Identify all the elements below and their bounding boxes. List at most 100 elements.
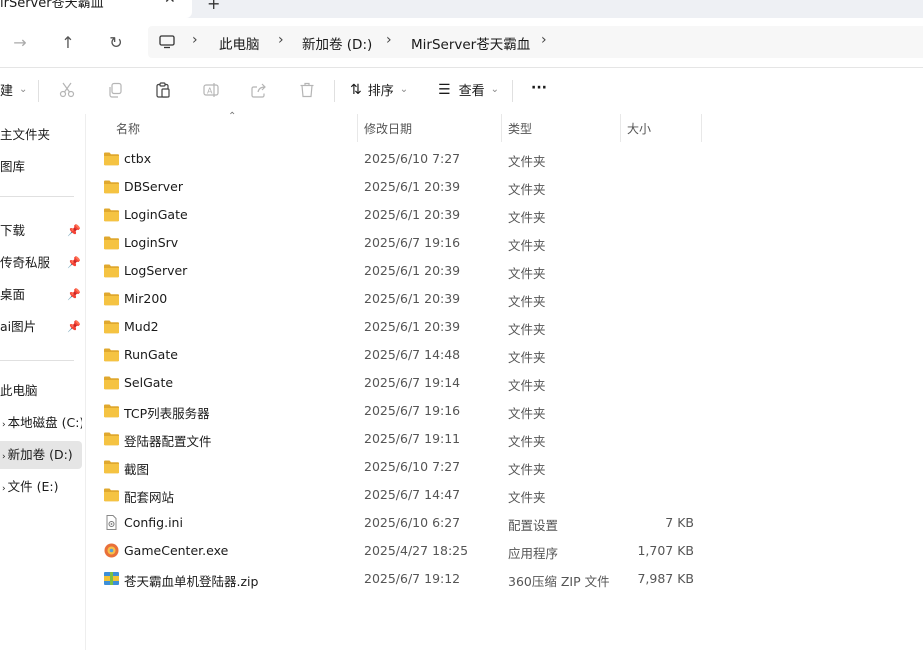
window-tab[interactable]: irServer苍天霸血 ✕	[0, 0, 192, 18]
sidebar-item-label: 文件 (E:)	[7, 479, 59, 494]
file-date-modified: 2025/6/1 20:39	[364, 263, 461, 278]
column-divider[interactable]	[501, 114, 502, 142]
sidebar-item-home[interactable]: 主文件夹	[0, 121, 82, 149]
file-row-gamecenter-exe[interactable]: GameCenter.exe 2025/4/27 18:25 应用程序 1,707 K…	[100, 537, 700, 565]
file-type: 文件夹	[508, 210, 546, 225]
chevron-down-icon: ⌄	[490, 84, 499, 95]
file-name: RunGate	[124, 347, 178, 362]
monitor-icon[interactable]	[159, 34, 175, 49]
sidebar-item-label: 传奇私服	[0, 255, 51, 270]
file-row-launcher-config[interactable]: 登陆器配置文件 2025/6/7 19:11 文件夹	[100, 425, 700, 453]
paste-icon[interactable]	[154, 81, 172, 99]
file-row-companion-site[interactable]: 配套网站 2025/6/7 14:47 文件夹	[100, 481, 700, 509]
file-row-dbserver[interactable]: DBServer 2025/6/1 20:39 文件夹	[100, 173, 700, 201]
breadcrumb-drive-d[interactable]: 新加卷 (D:)	[302, 33, 372, 53]
sidebar-item-drive-e[interactable]: › 文件 (E:)	[0, 473, 82, 501]
file-name: SelGate	[124, 375, 174, 390]
file-name: 配套网站	[124, 490, 175, 505]
file-row-loginsrv[interactable]: LoginSrv 2025/6/7 19:16 文件夹	[100, 229, 700, 257]
chevron-down-icon: ⌄	[19, 84, 28, 95]
column-header: ⌃ 名称 修改日期 类型 大小	[100, 111, 923, 142]
share-icon[interactable]	[250, 81, 268, 99]
view-button[interactable]: ☰ 查看 ⌄	[438, 80, 499, 100]
file-name: DBServer	[124, 179, 183, 194]
copy-icon[interactable]	[106, 81, 124, 99]
sidebar-item-desktop[interactable]: 桌面 📌	[0, 281, 82, 309]
file-date-modified: 2025/6/1 20:39	[364, 291, 461, 306]
sidebar-item-ai-pictures[interactable]: ai图片 📌	[0, 313, 82, 341]
file-row-config-ini[interactable]: Config.ini 2025/6/10 6:27 配置设置 7 KB	[100, 509, 700, 537]
rename-icon[interactable]: A	[202, 81, 220, 99]
file-name: Config.ini	[124, 515, 183, 530]
refresh-button[interactable]: ↻	[104, 30, 128, 54]
column-divider[interactable]	[357, 114, 358, 142]
delete-icon[interactable]	[298, 81, 316, 99]
file-row-tcp-list-server[interactable]: TCP列表服务器 2025/6/7 19:16 文件夹	[100, 397, 700, 425]
breadcrumb-this-pc[interactable]: 此电脑	[219, 33, 260, 53]
chevron-down-icon: ⌄	[399, 84, 409, 95]
column-divider[interactable]	[701, 114, 702, 142]
file-date-modified: 2025/6/1 20:39	[364, 179, 461, 194]
file-name: GameCenter.exe	[124, 543, 229, 558]
column-type[interactable]: 类型	[508, 120, 532, 137]
breadcrumb-separator-icon[interactable]: ›	[192, 32, 198, 48]
sidebar-item-label: 本地磁盘 (C:)	[7, 415, 82, 430]
folder-icon	[103, 375, 120, 390]
file-type: 文件夹	[508, 154, 546, 169]
file-row-mud2[interactable]: Mud2 2025/6/1 20:39 文件夹	[100, 313, 700, 341]
file-name: 苍天霸血单机登陆器.zip	[124, 574, 259, 589]
folder-icon	[103, 319, 120, 334]
file-type: 配置设置	[508, 518, 559, 533]
folder-icon	[103, 291, 120, 306]
close-tab-icon[interactable]: ✕	[164, 0, 176, 7]
breadcrumb-current-folder[interactable]: MirServer苍天霸血	[411, 33, 530, 53]
column-date-modified[interactable]: 修改日期	[364, 120, 412, 137]
address-bar[interactable]: › 此电脑 › 新加卷 (D:) › MirServer苍天霸血 ›	[148, 26, 923, 58]
pin-icon: 📌	[67, 256, 81, 269]
file-type: 文件夹	[508, 294, 546, 309]
sidebar-item-gallery[interactable]: 图库	[0, 153, 82, 181]
sidebar-item-downloads[interactable]: 下载 📌	[0, 217, 82, 245]
folder-icon	[103, 347, 120, 362]
new-tab-button[interactable]: +	[207, 0, 220, 13]
sort-button[interactable]: ⇅ 排序 ⌄	[350, 80, 409, 100]
file-type: 文件夹	[508, 182, 546, 197]
up-button[interactable]: ↑	[56, 30, 80, 54]
column-size[interactable]: 大小	[627, 120, 651, 137]
file-type: 文件夹	[508, 434, 546, 449]
file-row-logserver[interactable]: LogServer 2025/6/1 20:39 文件夹	[100, 257, 700, 285]
column-name[interactable]: 名称	[116, 120, 140, 137]
more-options-button[interactable]: ···	[531, 80, 547, 96]
forward-button[interactable]: →	[8, 30, 32, 54]
sidebar-item-drive-c[interactable]: › 本地磁盘 (C:)	[0, 409, 82, 437]
file-date-modified: 2025/6/1 20:39	[364, 207, 461, 222]
file-size: 1,707 KB	[637, 543, 694, 558]
new-button[interactable]: 建 ⌄	[0, 80, 27, 99]
file-row-rungate[interactable]: RunGate 2025/6/7 14:48 文件夹	[100, 341, 700, 369]
file-row-selgate[interactable]: SelGate 2025/6/7 19:14 文件夹	[100, 369, 700, 397]
folder-icon	[103, 431, 120, 446]
file-row-logingate[interactable]: LoginGate 2025/6/1 20:39 文件夹	[100, 201, 700, 229]
cut-icon[interactable]	[58, 81, 76, 99]
chevron-right-icon[interactable]: ›	[2, 420, 6, 430]
file-date-modified: 2025/6/7 19:11	[364, 431, 461, 446]
chevron-right-icon[interactable]: ›	[2, 452, 6, 462]
file-row-launcher-zip[interactable]: 苍天霸血单机登陆器.zip 2025/6/7 19:12 360压缩 ZIP 文件 7…	[100, 565, 700, 593]
breadcrumb-separator-icon[interactable]: ›	[541, 32, 547, 48]
file-row-screenshots[interactable]: 截图 2025/6/10 7:27 文件夹	[100, 453, 700, 481]
breadcrumb-separator-icon[interactable]: ›	[386, 32, 392, 48]
file-row-ctbx[interactable]: ctbx 2025/6/10 7:27 文件夹	[100, 145, 700, 173]
sidebar-item-label: 图库	[0, 159, 26, 174]
file-type: 文件夹	[508, 462, 546, 477]
file-row-mir200[interactable]: Mir200 2025/6/1 20:39 文件夹	[100, 285, 700, 313]
column-divider[interactable]	[620, 114, 621, 142]
breadcrumb-separator-icon[interactable]: ›	[278, 32, 284, 48]
view-icon: ☰	[438, 81, 451, 98]
file-date-modified: 2025/4/27 18:25	[364, 543, 469, 558]
file-type: 文件夹	[508, 266, 546, 281]
sidebar-item-this-pc[interactable]: 此电脑	[0, 377, 82, 405]
chevron-right-icon[interactable]: ›	[2, 484, 6, 494]
sidebar-item-legend-server[interactable]: 传奇私服 📌	[0, 249, 82, 277]
ini-file-icon	[103, 515, 120, 530]
sidebar-item-drive-d[interactable]: › 新加卷 (D:)	[0, 441, 82, 469]
